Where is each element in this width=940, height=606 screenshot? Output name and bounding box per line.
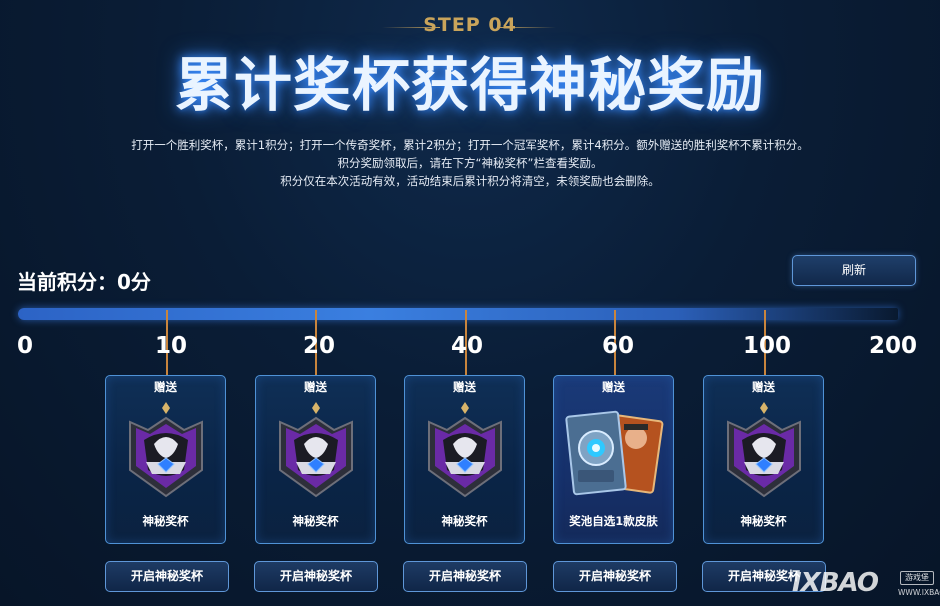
gift-tag: 赠送: [154, 380, 177, 394]
step-divider-right: [498, 27, 556, 28]
open-mystery-trophy-button-10[interactable]: 开启神秘奖杯: [105, 561, 229, 592]
open-mystery-trophy-button-60[interactable]: 开启神秘奖杯: [553, 561, 677, 592]
reward-name: 神秘奖杯: [441, 514, 488, 528]
gift-tag: 赠送: [453, 380, 476, 394]
rules-line-2: 积分奖励领取后，请在下方“神秘奖杯”栏查看奖励。: [337, 156, 603, 170]
mystery-trophy-icon: [279, 402, 353, 498]
rules-line-3: 积分仅在本次活动有效，活动结束后累计积分将清空，未领奖励也会删除。: [280, 174, 660, 188]
watermark-url: WWW.IXBAO.COM: [898, 588, 940, 597]
step-label: STEP 04: [423, 14, 517, 36]
watermark-brand: IXBAO: [792, 568, 879, 598]
gift-tag: 赠送: [752, 380, 775, 394]
refresh-button[interactable]: 刷新: [792, 255, 916, 286]
open-mystery-trophy-button-20[interactable]: 开启神秘奖杯: [254, 561, 378, 592]
score-progress-bar: [18, 308, 898, 320]
rules-line-1: 打开一个胜利奖杯，累计1积分；打开一个传奇奖杯，累计2积分；打开一个冠军奖杯，累…: [131, 138, 809, 152]
reward-name: 神秘奖杯: [142, 514, 189, 528]
progress-label-10: 10: [154, 333, 188, 359]
reward-name: 神秘奖杯: [740, 514, 787, 528]
progress-label-200: 200: [868, 333, 918, 359]
gift-tag: 赠送: [304, 380, 327, 394]
reward-card-40: 赠送 神秘奖杯: [404, 375, 525, 544]
reward-card-10: 赠送 神秘奖杯: [105, 375, 226, 544]
open-mystery-trophy-button-40[interactable]: 开启神秘奖杯: [403, 561, 527, 592]
gift-tag: 赠送: [602, 380, 625, 394]
reward-name: 奖池自选1款皮肤: [569, 514, 658, 528]
progress-label-40: 40: [450, 333, 484, 359]
skin-pool-icon: [565, 410, 664, 496]
rules-description: 打开一个胜利奖杯，累计1积分；打开一个传奇奖杯，累计2积分；打开一个冠军奖杯，累…: [0, 136, 940, 190]
reward-card-20: 赠送 神秘奖杯: [255, 375, 376, 544]
progress-label-100: 100: [742, 333, 792, 359]
progress-label-0: 0: [16, 333, 34, 359]
current-score: 当前积分：0分: [17, 270, 151, 294]
reward-name: 神秘奖杯: [292, 514, 339, 528]
progress-label-20: 20: [302, 333, 336, 359]
mystery-trophy-icon: [129, 402, 203, 498]
reward-card-60: 赠送 奖池自选1款皮肤: [553, 375, 674, 544]
progress-label-60: 60: [601, 333, 635, 359]
mystery-trophy-icon: [428, 402, 502, 498]
reward-card-100: 赠送 神秘奖杯: [703, 375, 824, 544]
watermark-sub: 游戏堡: [900, 571, 934, 585]
mystery-trophy-icon: [727, 402, 801, 498]
page-title: 累计奖杯获得神秘奖励: [174, 51, 765, 119]
site-watermark: IXBAO 游戏堡 WWW.IXBAO.COM: [792, 566, 940, 602]
